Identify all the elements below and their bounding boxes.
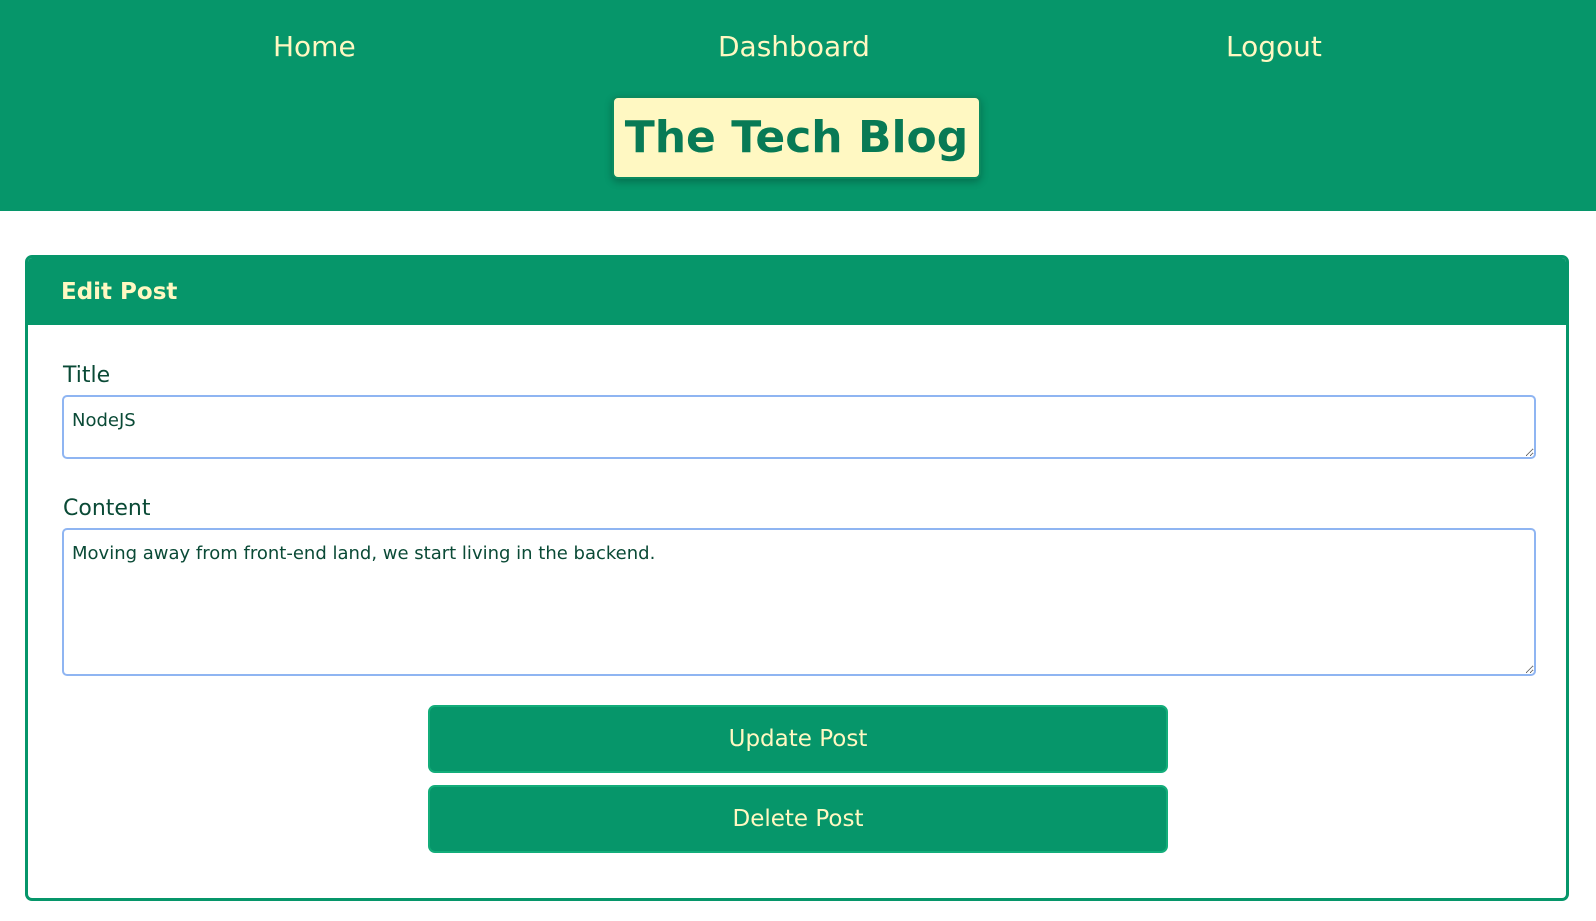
nav-home-link[interactable]: Home [273,28,356,66]
edit-post-card: Edit Post Title NodeJS Content Moving aw… [25,255,1569,901]
edit-post-card-header: Edit Post [28,258,1566,325]
site-title: The Tech Blog [624,111,969,163]
title-label: Title [63,363,111,388]
site-brand: The Tech Blog [612,96,981,179]
nav-logout-link[interactable]: Logout [1226,28,1322,66]
delete-post-button[interactable]: Delete Post [428,785,1168,853]
site-header: Home Dashboard Logout The Tech Blog [0,0,1596,211]
nav-dashboard-link[interactable]: Dashboard [718,28,870,66]
content-input[interactable]: Moving away from front-end land, we star… [62,528,1536,676]
content-label: Content [63,496,151,521]
title-input[interactable]: NodeJS [62,395,1536,459]
edit-post-heading: Edit Post [61,278,178,305]
update-post-button[interactable]: Update Post [428,705,1168,773]
